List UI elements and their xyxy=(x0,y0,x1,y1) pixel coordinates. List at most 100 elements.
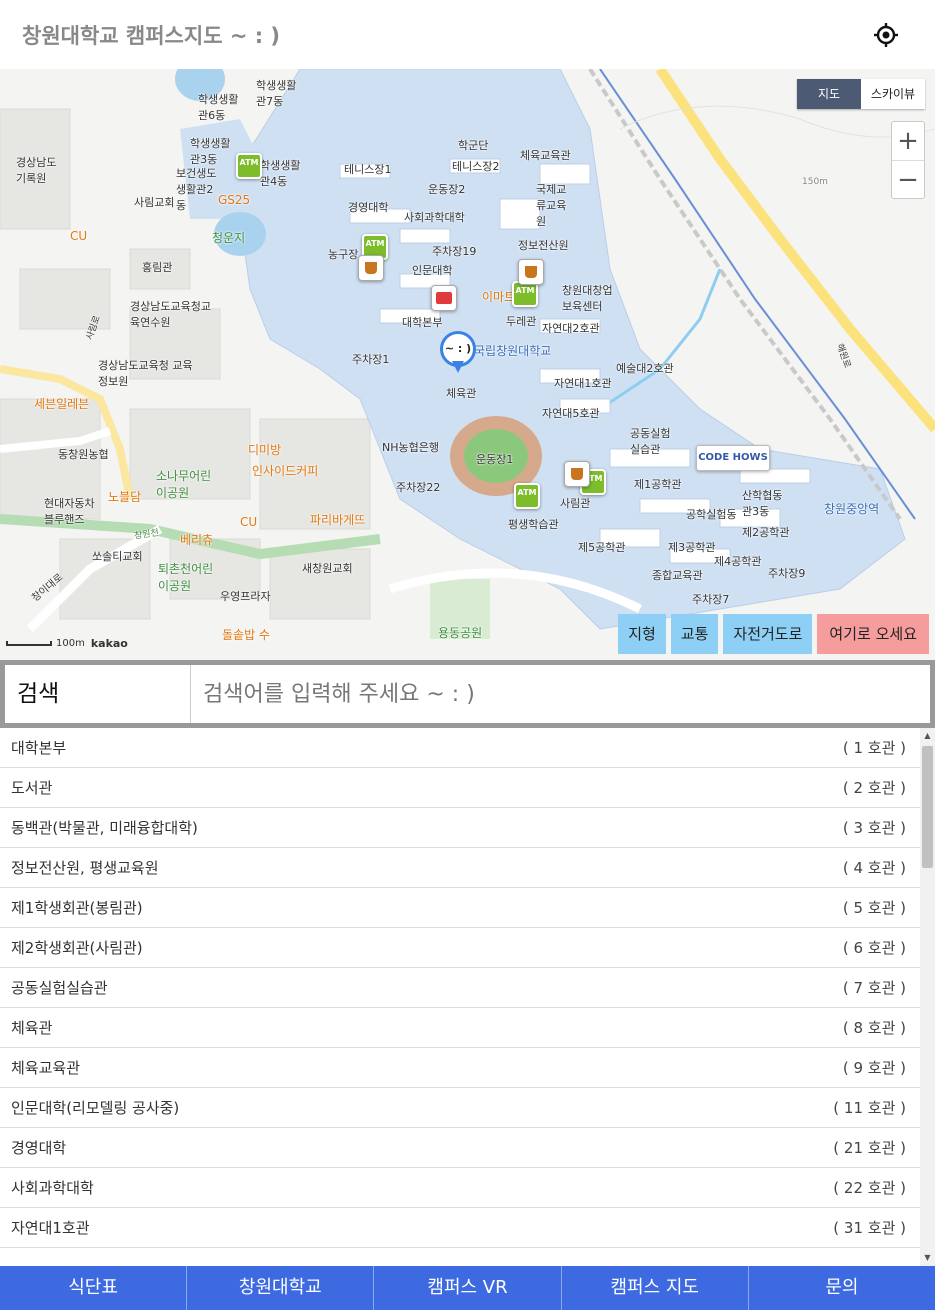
map-label-admin: 대학본부 xyxy=(402,316,443,329)
cafe-marker-icon[interactable] xyxy=(564,461,590,487)
map-label-dorm7: 학생생활관7동 xyxy=(256,79,297,108)
map-label-humanities: 인문대학 xyxy=(412,264,453,277)
map-label-parking19: 주차장19 xyxy=(432,245,477,258)
list-scrollbar[interactable]: ▲ ▼ xyxy=(920,728,935,1266)
building-number: ( 6 호관 ) xyxy=(842,939,906,957)
nav-campus-vr-button[interactable]: 캠퍼스 VR xyxy=(374,1266,562,1310)
building-name: 공동실험실습관 xyxy=(11,979,108,997)
map-label-nh: NH농협은행 xyxy=(382,441,439,454)
map-label-sonamu: 소나무어린이공원 xyxy=(156,469,212,500)
building-number: ( 3 호관 ) xyxy=(842,819,906,837)
list-item[interactable]: 공동실험실습관 ( 7 호관 ) xyxy=(0,968,920,1008)
map-label-eng5: 제5공학관 xyxy=(578,541,626,554)
nav-menu-button[interactable]: 식단표 xyxy=(0,1266,188,1310)
printer-marker-icon[interactable] xyxy=(431,285,457,311)
map-label-emart: 이마트 xyxy=(482,290,516,304)
nav-inquiry-button[interactable]: 문의 xyxy=(749,1266,935,1310)
layer-traffic-button[interactable]: 교통 xyxy=(670,614,719,654)
search-input[interactable] xyxy=(191,665,930,723)
map-label-station: 창원중앙역 xyxy=(824,502,880,516)
map-label-bellini: 베리츄 xyxy=(180,533,214,547)
map-label-cheongun: 청운지 xyxy=(212,231,246,245)
map-label-science5: 자연대5호관 xyxy=(542,407,600,420)
map-label-gongsil: 공학실험동 xyxy=(686,508,737,521)
map-label-social: 사회과학대학 xyxy=(404,211,465,224)
list-item[interactable]: 도서관 ( 2 호관 ) xyxy=(0,768,920,808)
map-label-parking1: 주차장1 xyxy=(352,353,390,366)
list-item[interactable]: 사회과학대학 ( 22 호관 ) xyxy=(0,1168,920,1208)
list-item[interactable]: 동백관(박물관, 미래융합대학) ( 3 호관 ) xyxy=(0,808,920,848)
atm-marker[interactable]: ATM xyxy=(514,483,540,509)
atm-marker[interactable]: ATM xyxy=(236,153,262,179)
map-label-hyundai: 현대자동차블루핸즈 xyxy=(44,497,95,526)
map-label-new-church: 새창원교회 xyxy=(302,562,353,575)
map-label-info: 정보전산원 xyxy=(518,239,569,252)
cafe-marker-icon[interactable] xyxy=(518,259,544,285)
campus-map[interactable]: 체육관 국립창원대학교 대학본부 인문대학 주차장1 주차장19 주차장22 주… xyxy=(0,69,935,660)
map-label-woyoung: 우영프라자 xyxy=(220,590,271,603)
building-number: ( 1 호관 ) xyxy=(842,739,906,757)
map-type-skyview-button[interactable]: 스카이뷰 xyxy=(861,79,925,109)
map-label-gym: 체육관 xyxy=(446,387,477,400)
bottom-nav: 식단표 창원대학교 캠퍼스 VR 캠퍼스 지도 문의 xyxy=(0,1266,935,1310)
map-label-sarim-church: 사림교회 xyxy=(134,196,175,209)
codehows-marker[interactable]: CODE HOWS xyxy=(696,445,770,471)
page-title: 창원대학교 캠퍼스지도 ~ : ) xyxy=(22,23,281,48)
scroll-thumb[interactable] xyxy=(922,746,933,868)
map-label-intl: 국제교류교육원 xyxy=(536,183,567,228)
map-label-gongdong: 공동실험실습관 xyxy=(630,427,671,456)
map-label-dorm3: 학생생활관3동 xyxy=(190,137,231,166)
map-label-hakgun: 학군단 xyxy=(458,139,489,152)
map-label-lifelong: 평생학습관 xyxy=(508,518,559,531)
map-label-toechon: 퇴촌천어린이공원 xyxy=(158,562,214,593)
map-type-map-button[interactable]: 지도 xyxy=(797,79,861,109)
map-layer-buttons: 지형 교통 자전거도로 여기로 오세요 xyxy=(618,614,929,654)
list-item[interactable]: 정보전산원, 평생교육원 ( 4 호관 ) xyxy=(0,848,920,888)
search-label: 검색 xyxy=(5,665,191,723)
cup-icon xyxy=(525,266,537,278)
cafe-marker-icon[interactable] xyxy=(358,255,384,281)
list-item[interactable]: 제1학생회관(봉림관) ( 5 호관 ) xyxy=(0,888,920,928)
list-item[interactable]: 경영대학 ( 21 호관 ) xyxy=(0,1128,920,1168)
map-label-hongrim: 홍림관 xyxy=(142,261,173,274)
scroll-up-icon[interactable]: ▲ xyxy=(920,728,935,744)
nav-campus-map-button[interactable]: 캠퍼스 지도 xyxy=(562,1266,749,1310)
list-item[interactable]: 제2학생회관(사림관) ( 6 호관 ) xyxy=(0,928,920,968)
layer-terrain-button[interactable]: 지형 xyxy=(618,614,666,654)
building-name: 사회과학대학 xyxy=(11,1179,94,1197)
map-label-dure: 두레관 xyxy=(506,315,537,328)
list-item[interactable]: 체육교육관 ( 9 호관 ) xyxy=(0,1048,920,1088)
zoom-out-button[interactable]: − xyxy=(892,161,924,199)
layer-bicycle-button[interactable]: 자전거도로 xyxy=(723,614,813,654)
map-label-gs25: GS25 xyxy=(218,193,251,207)
zoom-in-button[interactable]: + xyxy=(892,122,924,160)
map-label-field1: 운동장1 xyxy=(476,453,514,466)
crosshair-icon[interactable] xyxy=(873,22,899,48)
come-here-button[interactable]: 여기로 오세요 xyxy=(817,614,929,654)
building-name: 제2학생회관(사림관) xyxy=(11,939,143,957)
building-number: ( 11 호관 ) xyxy=(833,1099,906,1117)
building-name: 도서관 xyxy=(11,779,53,797)
building-number: ( 7 호관 ) xyxy=(842,979,906,997)
building-list: 대학본부 ( 1 호관 ) 도서관 ( 2 호관 ) 동백관(박물관, 미래융합대학) (… xyxy=(0,728,935,1266)
map-label-campus: 국립창원대학교 xyxy=(474,344,552,358)
map-label-paris: 파리바게뜨 xyxy=(310,513,366,527)
map-label-sandong: 산학협동관3동 xyxy=(742,489,783,518)
map-label-sarim: 사림관 xyxy=(560,497,591,510)
location-pin[interactable]: ~ : ) xyxy=(440,331,476,375)
map-label-yongdong: 용동공원 xyxy=(438,626,483,640)
list-item[interactable]: 인문대학(리모델링 공사중) ( 11 호관 ) xyxy=(0,1088,920,1128)
nav-university-button[interactable]: 창원대학교 xyxy=(187,1266,375,1310)
map-label-eng1: 제1공학관 xyxy=(634,478,682,491)
scroll-down-icon[interactable]: ▼ xyxy=(920,1250,935,1266)
map-label-eng2: 제2공학관 xyxy=(742,526,790,539)
scale-bar xyxy=(6,641,52,646)
building-name: 대학본부 xyxy=(11,739,67,757)
list-item[interactable]: 자연대1호관 ( 31 호관 ) xyxy=(0,1208,920,1248)
cup-icon xyxy=(571,468,583,480)
map-label-seven: 세븐일레븐 xyxy=(34,397,90,411)
building-number: ( 31 호관 ) xyxy=(833,1219,906,1237)
list-item[interactable]: 대학본부 ( 1 호관 ) xyxy=(0,728,920,768)
list-item[interactable]: 체육관 ( 8 호관 ) xyxy=(0,1008,920,1048)
search-box: 검색 xyxy=(5,665,930,723)
